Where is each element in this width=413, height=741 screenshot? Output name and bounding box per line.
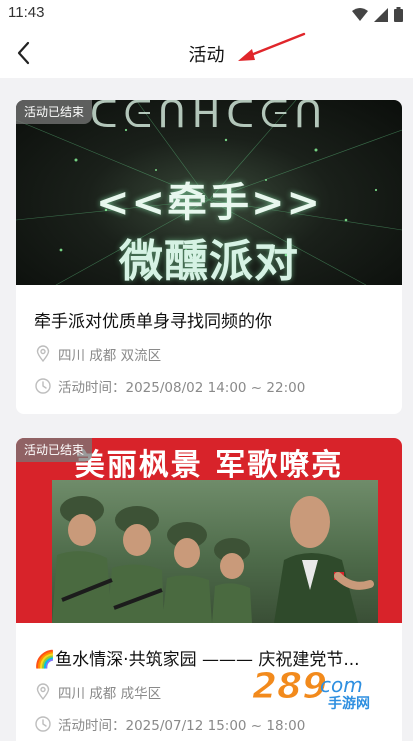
cover-headline: <<牵手>> (95, 180, 323, 226)
activity-time: 活动时间：2025/08/02 14:00 ~ 22:00 (34, 376, 384, 396)
status-bar: 11:43 (0, 0, 413, 28)
wifi-icon (352, 7, 368, 21)
time-text: 活动时间：2025/07/12 15:00 ~ 18:00 (58, 718, 306, 734)
svg-text:289: 289 (252, 666, 327, 707)
status-badge: 活动已结束 (16, 438, 93, 462)
status-badge: 活动已结束 (16, 100, 93, 124)
activity-feed[interactable]: ᑕᕮᑎᕼᑕᕮᑎ <<牵手>> 微醺派对 活动已结束 牵手派对优质单身寻找同频的你… (0, 78, 413, 741)
signal-icon (374, 7, 388, 22)
activity-cover-image: 美丽枫景 军歌嘹亮 活动已结束 (16, 438, 402, 623)
site-watermark-logo: 289 com 手游网 (252, 666, 371, 711)
page-title: 活动 (188, 45, 225, 66)
soldiers-illustration (52, 496, 374, 623)
status-icons (352, 7, 403, 22)
activity-title: 牵手派对优质单身寻找同频的你 (34, 312, 272, 332)
time-text: 活动时间：2025/08/02 14:00 ~ 22:00 (58, 380, 306, 396)
cover-subline: 微醺派对 (119, 236, 299, 285)
svg-text:com: com (320, 673, 363, 697)
location-text: 四川 成都 成华区 (58, 686, 162, 702)
navbar: 活动 (0, 28, 413, 78)
svg-text:手游网: 手游网 (328, 695, 370, 710)
activity-card[interactable]: ᑕᕮᑎᕼᑕᕮᑎ <<牵手>> 微醺派对 活动已结束 牵手派对优质单身寻找同频的你… (16, 100, 402, 414)
location-text: 四川 成都 双流区 (58, 348, 162, 364)
clock-icon (35, 716, 51, 732)
soldiers-photo (52, 480, 378, 623)
location-pin-icon (36, 345, 50, 363)
activity-location: 四川 成都 双流区 (34, 344, 384, 364)
annotation-arrow-icon (238, 32, 306, 61)
status-time: 11:43 (8, 4, 45, 21)
activity-time: 活动时间：2025/07/12 15:00 ~ 18:00 (34, 714, 384, 734)
location-pin-icon (36, 683, 50, 701)
battery-icon (394, 7, 403, 22)
activity-cover-image: ᑕᕮᑎᕼᑕᕮᑎ <<牵手>> 微醺派对 活动已结束 (16, 100, 402, 285)
clock-icon (35, 378, 51, 394)
